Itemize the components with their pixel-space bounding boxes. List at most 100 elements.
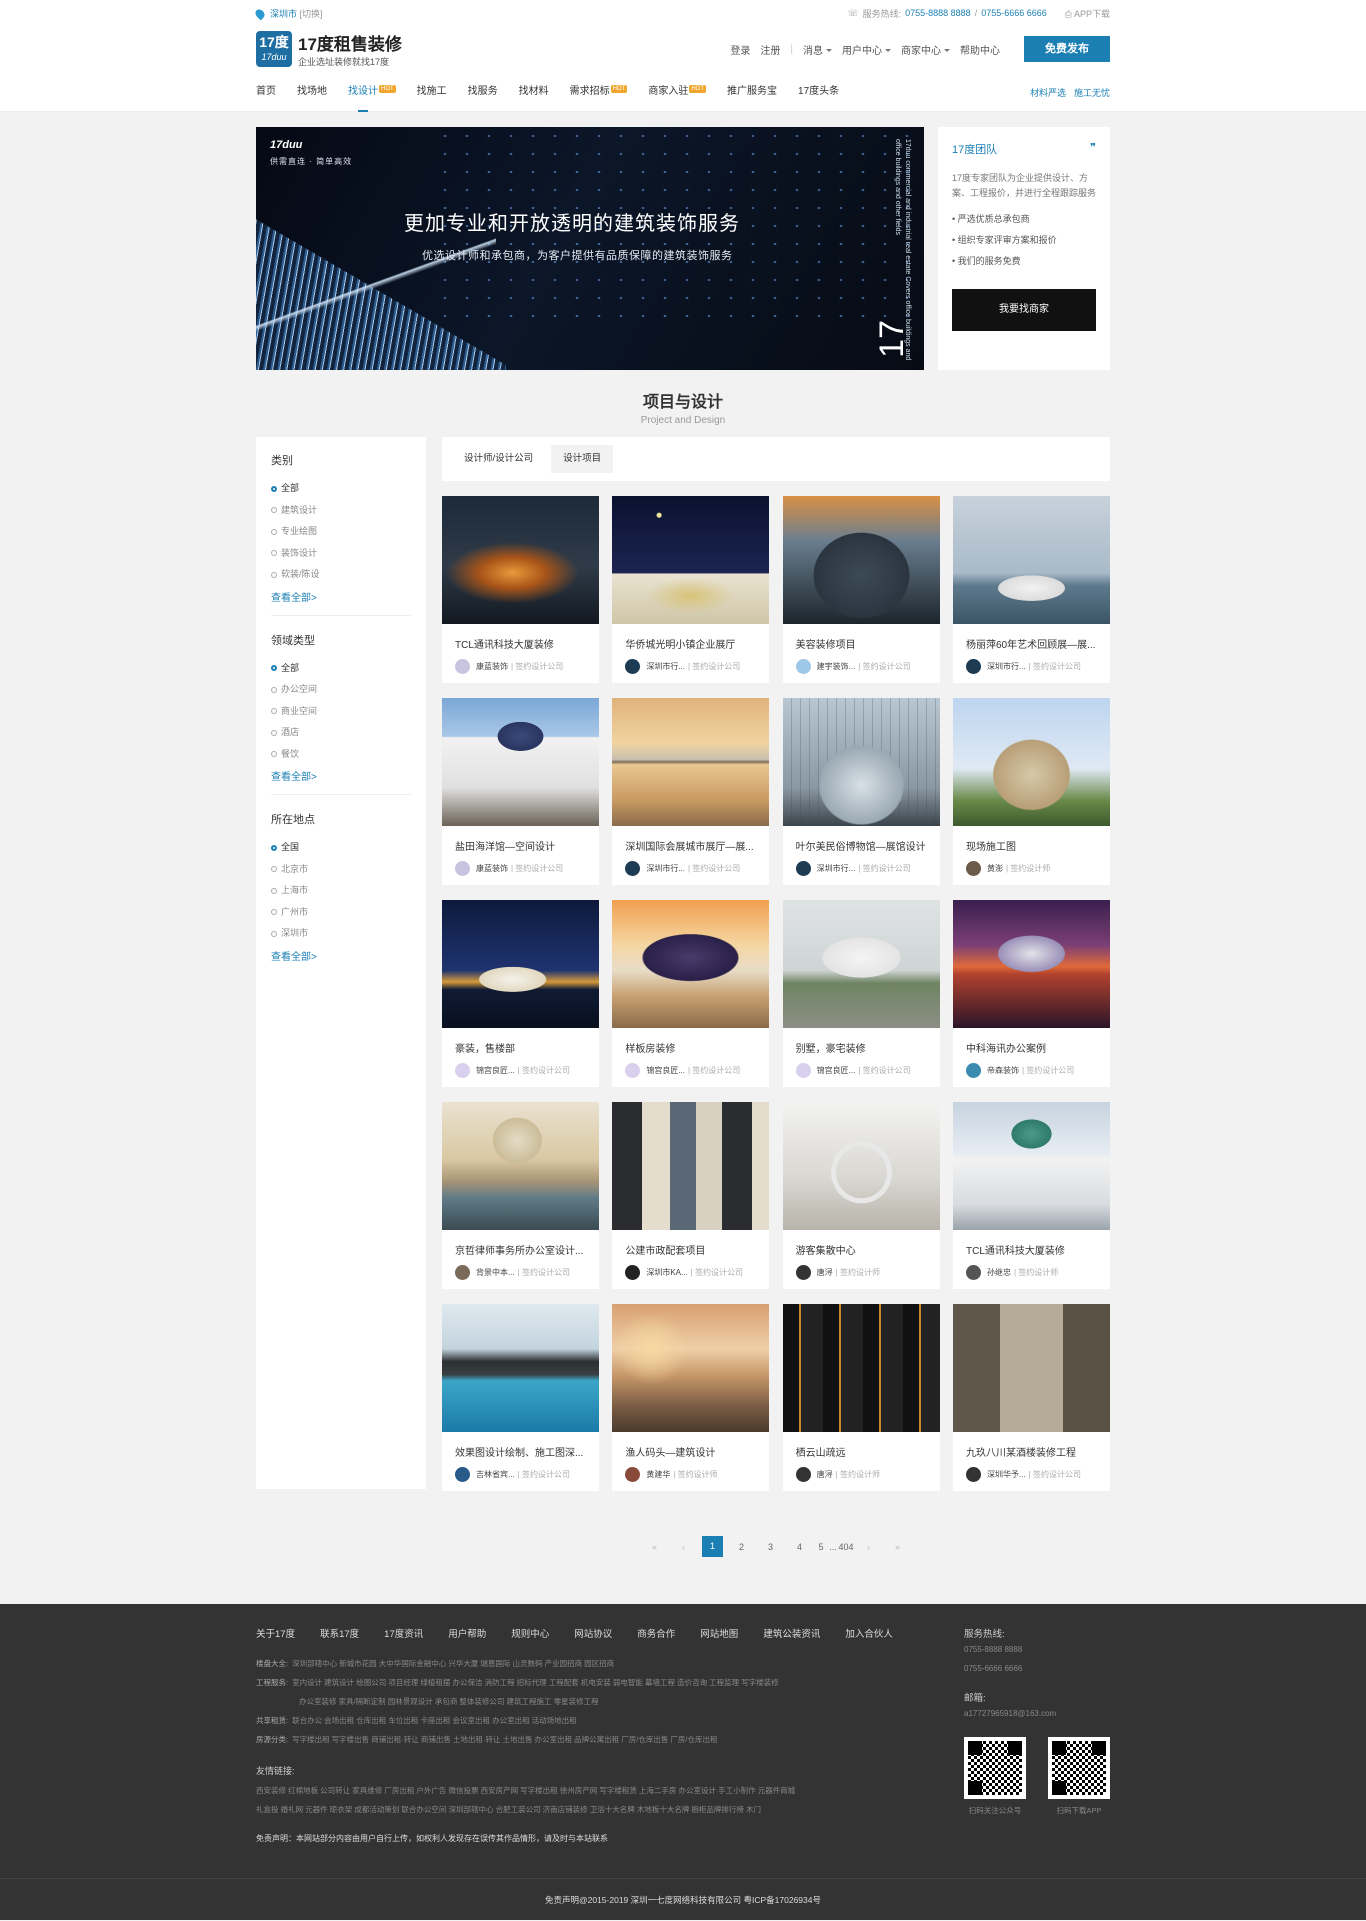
tab-design-projects[interactable]: 设计项目 (551, 445, 614, 473)
project-name[interactable]: TCL通讯科技大厦装修 (455, 636, 590, 651)
footer-link[interactable]: 网站地图 (700, 1626, 738, 1640)
footer-category-items[interactable]: 室内设计 建筑设计 绘图公司 项目经理 绿植租摆 办公保洁 消防工程 招标代理 … (292, 1678, 779, 1687)
project-name[interactable]: 公建市政配套项目 (625, 1242, 760, 1257)
filter-option[interactable]: 软装/陈设 (271, 564, 411, 586)
prev-page-button[interactable]: ‹ (669, 1542, 698, 1552)
filter-option[interactable]: 专业绘图 (271, 521, 411, 543)
filter-option[interactable]: 办公空间 (271, 679, 411, 701)
project-image[interactable] (782, 900, 940, 1028)
nav-item[interactable]: 找施工 (417, 72, 447, 112)
footer-link[interactable]: 关于17度 (256, 1626, 295, 1640)
project-card[interactable]: 公建市政配套项目 深圳市KA... | 签约设计公司 (612, 1102, 770, 1289)
filter-option[interactable]: 全国 (271, 837, 411, 859)
project-image[interactable] (442, 1102, 599, 1230)
find-merchant-button[interactable]: 我要找商家 (952, 289, 1096, 331)
project-image[interactable] (442, 900, 599, 1028)
filter-option[interactable]: 全部 (271, 478, 411, 500)
project-card[interactable]: 京哲律师事务所办公室设计... 背景中本... | 签约设计公司 (442, 1102, 599, 1289)
last-page-button[interactable]: » (883, 1542, 912, 1552)
author-name[interactable]: 帝森装饰 (987, 1065, 1019, 1076)
nav-link-construction[interactable]: 施工无忧 (1074, 86, 1110, 99)
project-image[interactable] (952, 496, 1110, 624)
project-card[interactable]: 深圳国际会展城市展厅—展... 深圳市行... | 签约设计公司 (612, 698, 770, 885)
page-button-last[interactable]: 404 (838, 1542, 854, 1552)
project-card[interactable]: 豪装，售楼部 锦宫良匠... | 签约设计公司 (442, 900, 599, 1087)
project-image[interactable] (612, 1102, 770, 1230)
user-center-menu[interactable]: 用户中心 (842, 42, 891, 57)
project-name[interactable]: 效果图设计绘制、施工图深... (455, 1444, 590, 1459)
footer-category-items[interactable]: 办公室装修 家具/隔断定制 园林景观设计 承包商 整体装修公司 建筑工程施工 零… (299, 1697, 599, 1706)
project-image[interactable] (952, 900, 1110, 1028)
free-publish-button[interactable]: 免费发布 (1024, 36, 1110, 62)
author-name[interactable]: 深圳市行... (817, 863, 856, 874)
project-image[interactable] (612, 1304, 770, 1432)
filter-option[interactable]: 广州市 (271, 902, 411, 924)
footer-link[interactable]: 联系17度 (320, 1626, 359, 1640)
project-name[interactable]: 现场施工图 (966, 838, 1101, 853)
author-name[interactable]: 锦宫良匠... (476, 1065, 515, 1076)
nav-item[interactable]: 需求招标 HOT (570, 72, 628, 112)
filter-option[interactable]: 深圳市 (271, 923, 411, 945)
project-name[interactable]: 渔人码头—建筑设计 (625, 1444, 760, 1459)
help-center-link[interactable]: 帮助中心 (960, 42, 1000, 57)
project-card[interactable]: 栖云山疏远 唐浔 | 签约设计师 (782, 1304, 940, 1491)
author-name[interactable]: 康蓝装饰 (476, 863, 508, 874)
project-card[interactable]: 样板房装修 锦宫良匠... | 签约设计公司 (612, 900, 770, 1087)
project-card[interactable]: 效果图设计绘制、施工图深... 吉林省宾... | 签约设计公司 (442, 1304, 599, 1491)
project-card[interactable]: 杨丽萍60年艺术回顾展—展... 深圳市行... | 签约设计公司 (952, 496, 1110, 683)
project-image[interactable] (442, 1304, 599, 1432)
project-card[interactable]: 现场施工图 黄澎 | 签约设计师 (952, 698, 1110, 885)
author-name[interactable]: 背景中本... (476, 1267, 515, 1278)
nav-link-material[interactable]: 材料严选 (1030, 86, 1066, 99)
project-card[interactable]: TCL通讯科技大厦装修 孙继忠 | 签约设计师 (952, 1102, 1110, 1289)
register-link[interactable]: 注册 (760, 42, 780, 57)
project-name[interactable]: 美容装修项目 (796, 636, 931, 651)
project-name[interactable]: 别墅，豪宅装修 (796, 1040, 931, 1055)
project-image[interactable] (952, 1304, 1110, 1432)
project-card[interactable]: 游客集散中心 唐浔 | 签约设计师 (782, 1102, 940, 1289)
project-image[interactable] (612, 900, 770, 1028)
nav-item[interactable]: 首页 (256, 72, 276, 112)
project-name[interactable]: 九玖八川某酒楼装修工程 (966, 1444, 1101, 1459)
project-card[interactable]: 叶尔美民俗博物馆—展馆设计 深圳市行... | 签约设计公司 (782, 698, 940, 885)
project-image[interactable] (782, 698, 940, 826)
author-name[interactable]: 唐浔 (817, 1267, 833, 1278)
view-all-link[interactable]: 查看全部> (271, 768, 411, 783)
first-page-button[interactable]: « (640, 1542, 669, 1552)
project-image[interactable] (952, 698, 1110, 826)
page-button-current[interactable]: 1 (702, 1536, 723, 1557)
friend-links-row[interactable]: 礼盒投 婚礼网 元器件 晾衣架 成都活动策划 联合办公空间 深圳部辖中心 合肥工… (256, 1800, 946, 1819)
footer-link[interactable]: 加入合伙人 (845, 1626, 893, 1640)
nav-item[interactable]: 推广服务宝 (727, 72, 777, 112)
author-name[interactable]: 吉林省宾... (476, 1469, 515, 1480)
filter-option[interactable]: 全部 (271, 658, 411, 680)
project-card[interactable]: 中科海讯办公案例 帝森装饰 | 签约设计公司 (952, 900, 1110, 1087)
tab-designers[interactable]: 设计师/设计公司 (452, 445, 545, 473)
project-image[interactable] (782, 496, 940, 624)
filter-option[interactable]: 商业空间 (271, 701, 411, 723)
project-card[interactable]: 别墅，豪宅装修 锦宫良匠... | 签约设计公司 (782, 900, 940, 1087)
view-all-link[interactable]: 查看全部> (271, 589, 411, 604)
city-selector[interactable]: 深圳市 [切换] (253, 7, 323, 21)
page-button[interactable]: 5 (814, 1542, 828, 1552)
footer-category-items[interactable]: 深圳部辖中心 新城市花园 大中华国际金融中心 兴华大厦 瑞恩国际 山灵数码 产业… (292, 1659, 614, 1668)
project-image[interactable] (782, 1102, 940, 1230)
footer-link[interactable]: 建筑公装资讯 (763, 1626, 820, 1640)
project-card[interactable]: TCL通讯科技大厦装修 康蓝装饰 | 签约设计公司 (442, 496, 599, 683)
project-card[interactable]: 美容装修项目 建宇装饰... | 签约设计公司 (782, 496, 940, 683)
filter-option[interactable]: 北京市 (271, 859, 411, 881)
author-name[interactable]: 深圳华予... (987, 1469, 1026, 1480)
footer-email[interactable]: a17727965918@163.com (964, 1704, 1110, 1723)
author-name[interactable]: 锦宫良匠... (817, 1065, 856, 1076)
app-download-link[interactable]: ⎙ APP下载 (1065, 7, 1110, 20)
author-name[interactable]: 建宇装饰... (817, 661, 856, 672)
page-button[interactable]: 2 (727, 1542, 756, 1552)
project-card[interactable]: 渔人码头—建筑设计 黄建华 | 签约设计师 (612, 1304, 770, 1491)
project-image[interactable] (782, 1304, 940, 1432)
project-name[interactable]: 杨丽萍60年艺术回顾展—展... (966, 636, 1101, 651)
nav-item[interactable]: 找场地 (297, 72, 327, 112)
author-name[interactable]: 孙继忠 (987, 1267, 1011, 1278)
project-name[interactable]: 样板房装修 (625, 1040, 760, 1055)
project-name[interactable]: 深圳国际会展城市展厅—展... (625, 838, 760, 853)
project-name[interactable]: 游客集散中心 (796, 1242, 931, 1257)
